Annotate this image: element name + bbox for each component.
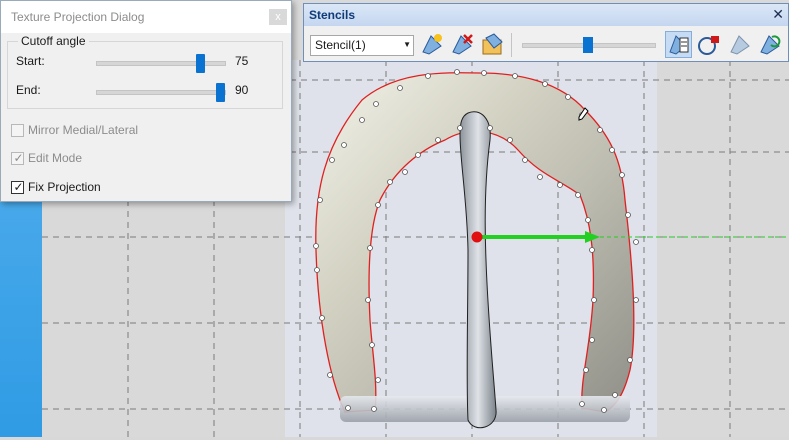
stencil-hide-icon [730, 35, 750, 55]
stencils-title: Stencils [304, 4, 788, 26]
chevron-down-icon: ▼ [403, 40, 411, 49]
opacity-slider-thumb[interactable] [583, 37, 593, 53]
mirror-checkbox-box[interactable] [11, 124, 24, 137]
stencil-lock-icon [698, 36, 719, 55]
mirror-label: Mirror Medial/Lateral [28, 123, 139, 137]
end-label: End: [16, 83, 41, 97]
stencil-list-button[interactable] [665, 31, 692, 58]
stencil-refresh-icon [760, 35, 781, 55]
stencils-panel: Stencils ✕ Stencil(1) ▼ [303, 3, 789, 62]
fix-projection-label: Fix Projection [28, 180, 101, 194]
delete-stencil-icon [452, 34, 473, 55]
cutoff-angle-group: Cutoff angle Start: 75 End: 90 [7, 34, 283, 109]
add-stencil-button[interactable] [419, 32, 444, 57]
check-icon: ✓ [13, 180, 24, 194]
add-stencil-icon [422, 34, 442, 55]
stencil-select-value: Stencil(1) [315, 38, 366, 52]
pivot-point[interactable] [471, 231, 483, 243]
start-value: 75 [235, 54, 249, 68]
stencil-list-icon [669, 35, 689, 55]
end-value: 90 [235, 83, 249, 97]
start-angle-row: Start: 75 [16, 51, 276, 73]
start-label: Start: [16, 54, 45, 68]
dialog-close-button[interactable]: x [269, 9, 287, 25]
stencil-hide-button[interactable] [727, 32, 752, 57]
dialog-title: Texture Projection Dialog [1, 1, 291, 33]
texture-projection-dialog: Texture Projection Dialog x Cutoff angle… [0, 0, 292, 202]
start-angle-slider[interactable] [96, 54, 226, 73]
delete-stencil-button[interactable] [449, 32, 474, 57]
stencil-opacity-slider[interactable] [522, 37, 656, 53]
stencil-refresh-button[interactable] [757, 32, 782, 57]
cutoff-angle-label: Cutoff angle [18, 34, 89, 48]
end-angle-row: End: 90 [16, 80, 276, 102]
stencil-select[interactable]: Stencil(1) ▼ [310, 35, 414, 56]
stencil-library-icon [482, 33, 503, 55]
check-icon: ✓ [13, 151, 24, 165]
end-slider-thumb[interactable] [216, 83, 225, 102]
stencil-lock-button[interactable] [696, 32, 721, 57]
edit-mode-label: Edit Mode [28, 151, 83, 165]
start-slider-thumb[interactable] [196, 54, 205, 73]
stencil-library-button[interactable] [480, 32, 505, 57]
edit-mode-checkbox-box[interactable]: ✓ [11, 151, 24, 165]
toolbar-separator [511, 33, 512, 57]
stencils-close-button[interactable]: ✕ [772, 6, 784, 23]
end-angle-slider[interactable] [96, 83, 226, 102]
fix-projection-checkbox-box[interactable]: ✓ [11, 180, 24, 194]
stencils-toolbar: Stencil(1) ▼ [304, 27, 788, 61]
